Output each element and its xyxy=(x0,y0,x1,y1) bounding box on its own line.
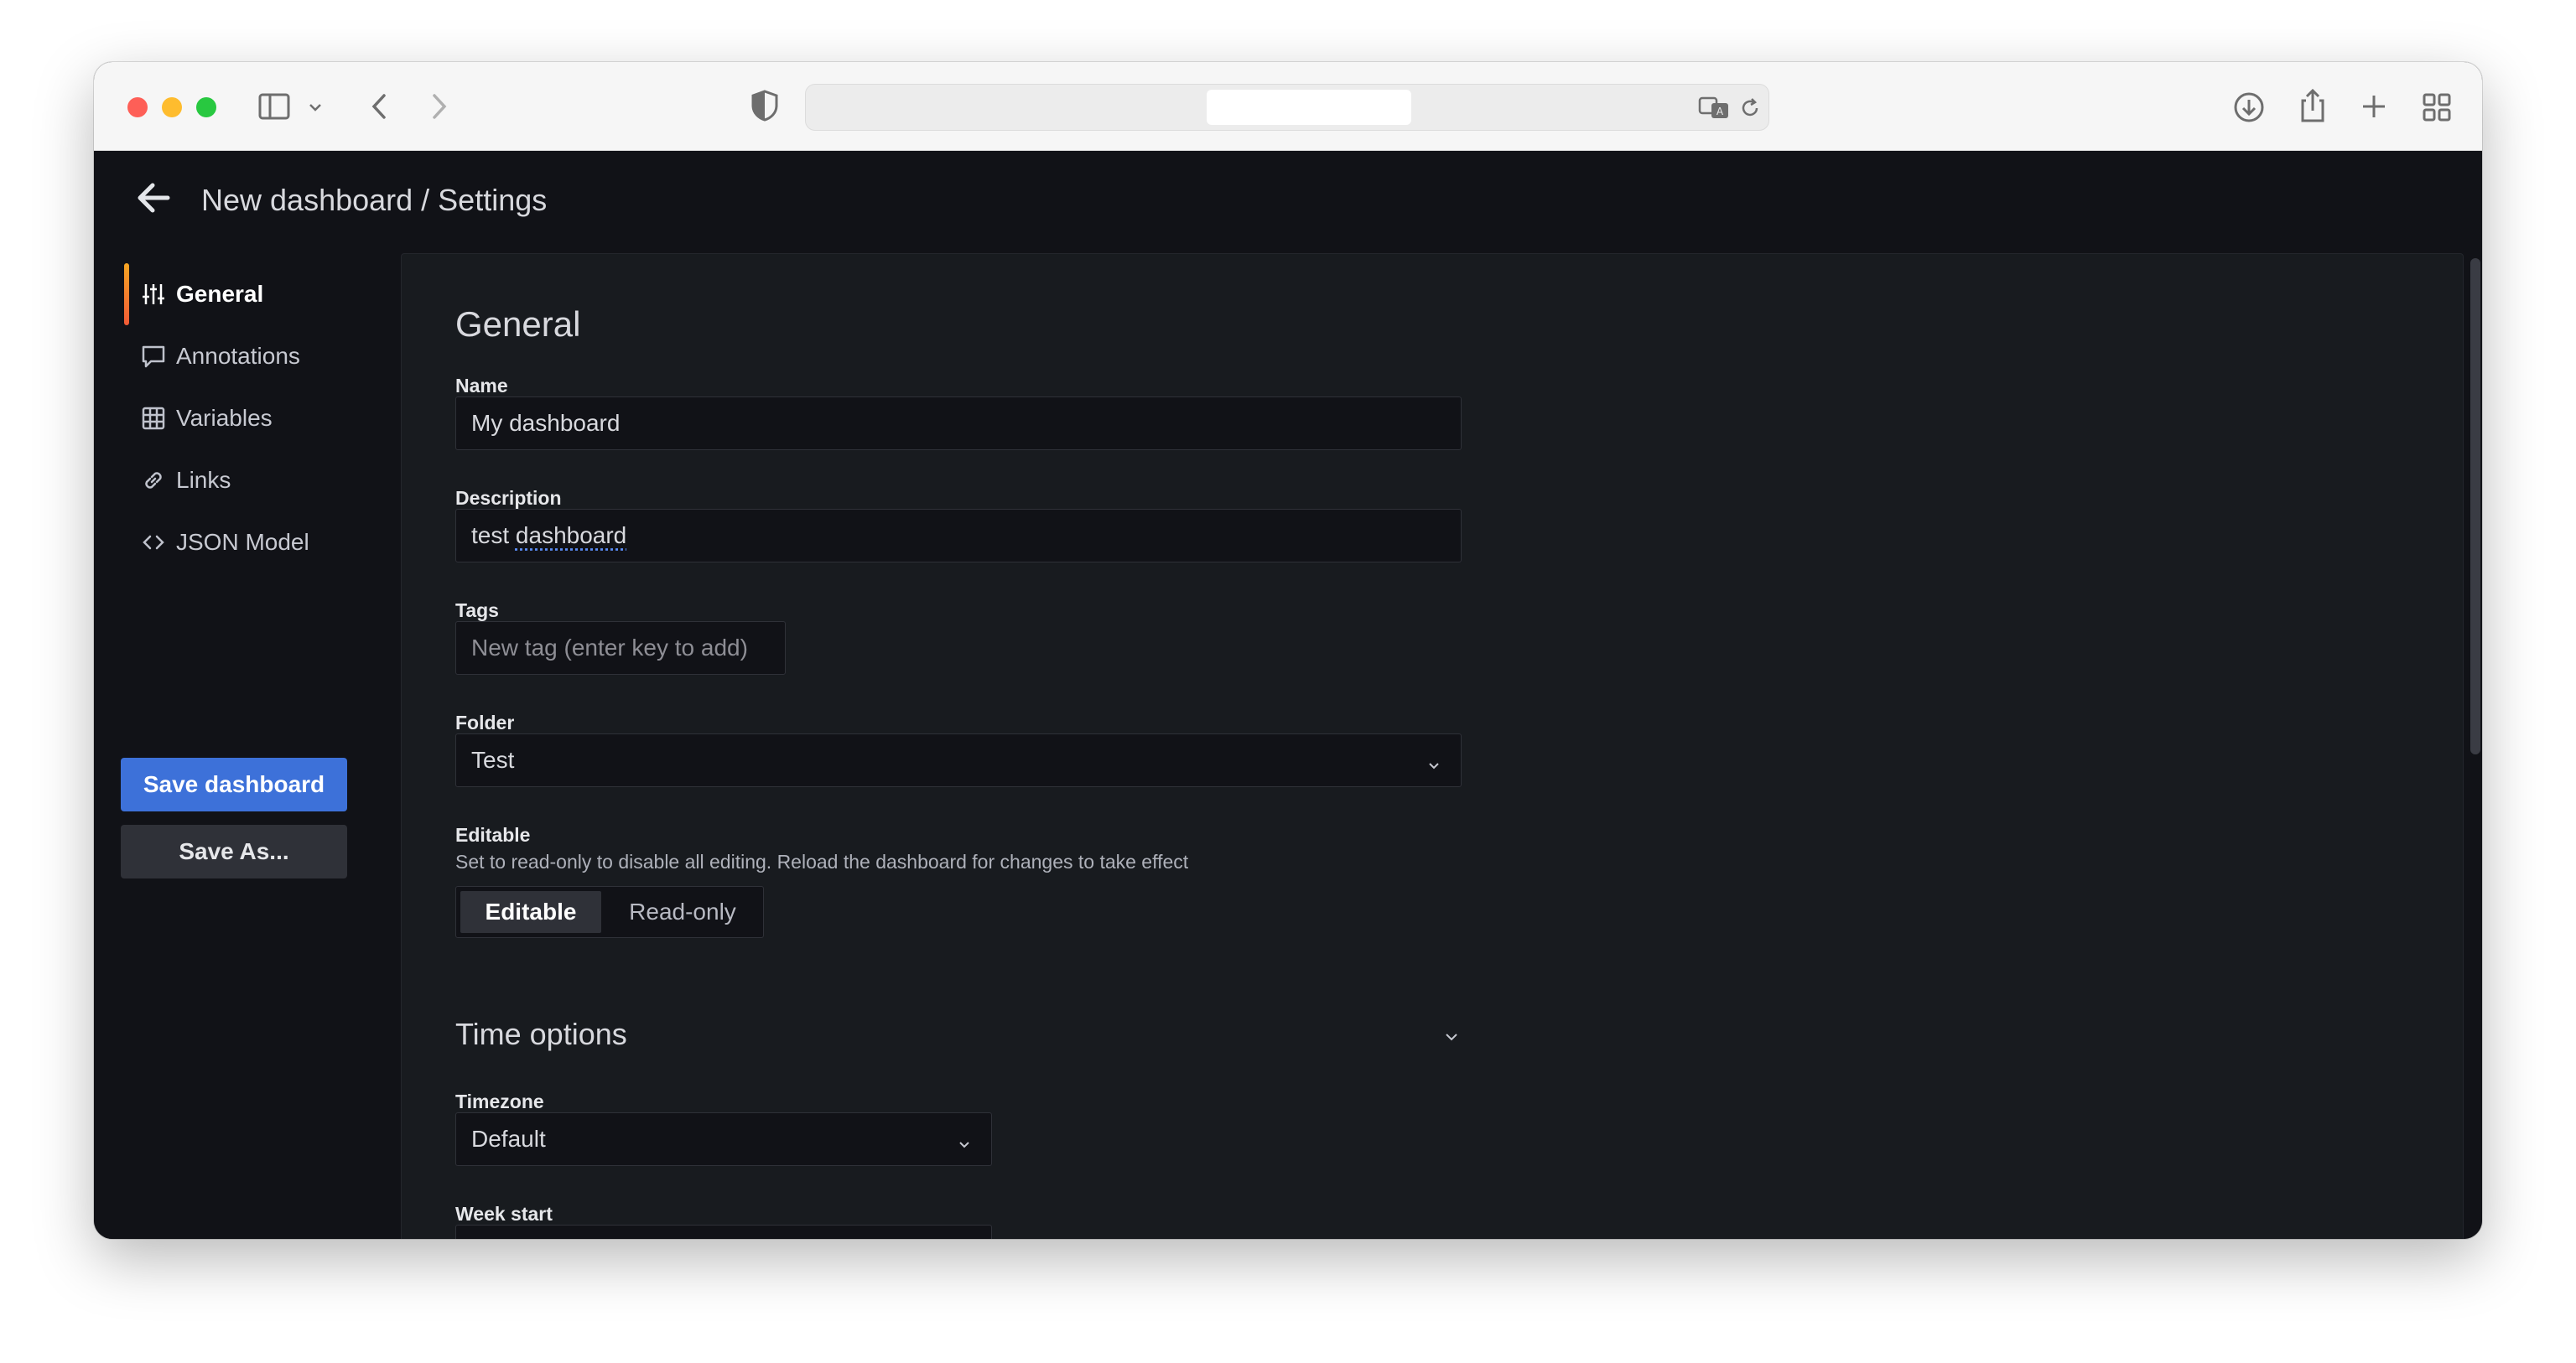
reload-icon[interactable] xyxy=(1738,96,1762,120)
time-options-heading[interactable]: Time options xyxy=(455,1017,627,1052)
sidebar-item-label: Links xyxy=(176,467,231,493)
tags-input[interactable] xyxy=(455,621,786,675)
comment-icon xyxy=(139,342,168,371)
editable-label: Editable xyxy=(455,824,531,846)
editable-option[interactable]: Editable xyxy=(460,891,601,933)
sidebar-item-general[interactable]: General xyxy=(124,263,376,325)
folder-label: Folder xyxy=(455,712,515,733)
chevron-down-icon xyxy=(956,1132,973,1148)
sidebar-item-label: Annotations xyxy=(176,343,300,369)
sidebar-toggle-icon[interactable] xyxy=(258,92,292,121)
save-dashboard-button[interactable]: Save dashboard xyxy=(121,758,347,811)
forward-icon[interactable] xyxy=(426,91,451,122)
browser-toolbar: A xyxy=(94,62,2482,151)
read-only-option[interactable]: Read-only xyxy=(605,891,760,933)
minimize-window-button[interactable] xyxy=(162,97,182,117)
save-as-button[interactable]: Save As... xyxy=(121,825,347,878)
sidebar-item-variables[interactable]: Variables xyxy=(124,387,376,449)
settings-panel: General Name Description test dashboard … xyxy=(401,253,2464,1239)
share-icon[interactable] xyxy=(2298,87,2328,124)
timezone-value: Default xyxy=(471,1126,546,1152)
back-arrow-icon[interactable] xyxy=(131,174,178,221)
sliders-icon xyxy=(139,280,168,308)
time-options-chevron-icon[interactable] xyxy=(1441,1027,1462,1047)
sidebar-item-label: Variables xyxy=(176,405,273,431)
sidebar-item-links[interactable]: Links xyxy=(124,449,376,511)
name-label: Name xyxy=(455,375,508,396)
folder-select[interactable]: Test xyxy=(455,733,1462,787)
back-icon[interactable] xyxy=(367,91,392,122)
translate-icon[interactable]: A xyxy=(1698,95,1732,122)
general-heading: General xyxy=(455,304,581,344)
description-text: test xyxy=(471,522,516,548)
link-icon xyxy=(139,466,168,495)
sidebar-item-label: JSON Model xyxy=(176,529,309,555)
editable-hint: Set to read-only to disable all editing.… xyxy=(455,851,1189,873)
zoom-window-button[interactable] xyxy=(196,97,216,117)
description-input[interactable]: test dashboard xyxy=(455,509,1462,562)
week-start-select[interactable] xyxy=(455,1225,992,1239)
address-bar[interactable]: A xyxy=(805,84,1769,131)
chevron-down-icon xyxy=(1426,753,1442,770)
editable-radio-group: Editable Read-only xyxy=(455,886,764,938)
description-label: Description xyxy=(455,487,562,509)
sidebar-item-label: General xyxy=(176,281,264,307)
address-text[interactable] xyxy=(1207,90,1411,125)
scrollbar[interactable] xyxy=(2470,258,2480,754)
timezone-select[interactable]: Default xyxy=(455,1112,992,1166)
chevron-down-icon[interactable] xyxy=(307,99,324,116)
close-window-button[interactable] xyxy=(127,97,148,117)
shield-icon[interactable] xyxy=(750,89,780,122)
grafana-app: New dashboard / Settings General Annotat… xyxy=(94,151,2482,1239)
name-input[interactable] xyxy=(455,396,1462,450)
svg-text:A: A xyxy=(1716,106,1724,117)
grid-table-icon xyxy=(139,404,168,433)
code-icon xyxy=(139,528,168,557)
page-title: New dashboard / Settings xyxy=(201,183,548,217)
folder-value: Test xyxy=(471,747,515,773)
page-header: New dashboard / Settings xyxy=(94,151,2482,251)
browser-window: A New dashboard / Settings General Annot… xyxy=(94,62,2482,1239)
new-tab-icon[interactable] xyxy=(2360,92,2388,121)
spellcheck-word: dashboard xyxy=(515,522,627,548)
download-icon[interactable] xyxy=(2232,91,2266,124)
week-start-label: Week start xyxy=(455,1203,553,1225)
tab-overview-icon[interactable] xyxy=(2422,92,2452,122)
tags-label: Tags xyxy=(455,599,499,621)
sidebar-item-annotations[interactable]: Annotations xyxy=(124,325,376,387)
sidebar-item-json-model[interactable]: JSON Model xyxy=(124,511,376,573)
timezone-label: Timezone xyxy=(455,1091,544,1112)
